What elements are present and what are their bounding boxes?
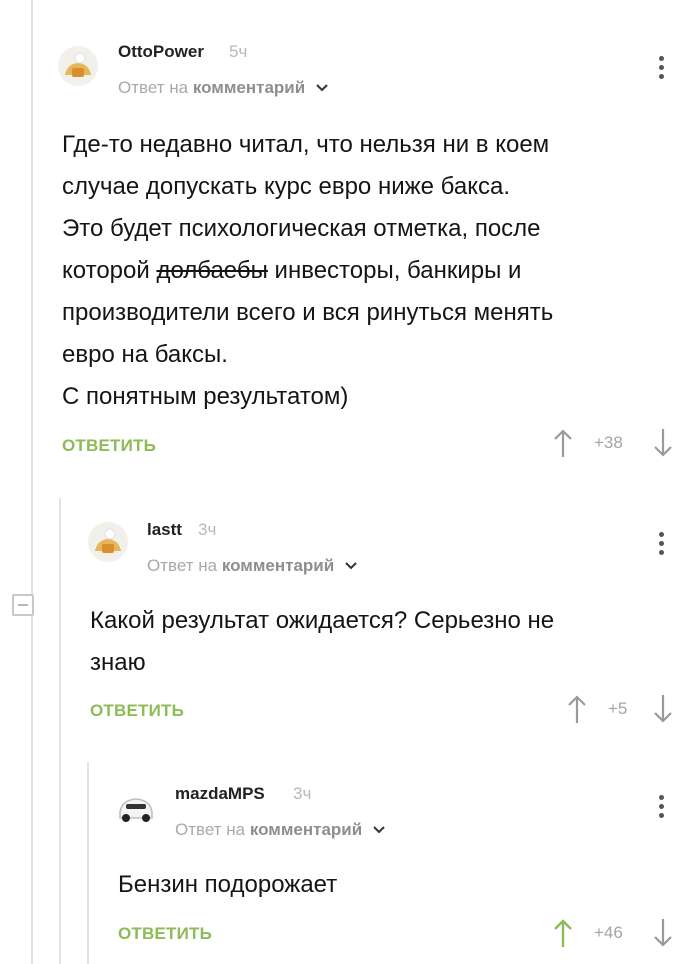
- upvote-arrow-icon[interactable]: [552, 918, 574, 948]
- comments-page: OttoPower 5ч Ответ на комментарий Где-то…: [0, 0, 700, 964]
- comment-text: Бензин подорожает: [118, 871, 338, 898]
- reply-button[interactable]: ОТВЕТИТЬ: [118, 924, 212, 944]
- reply-to-link[interactable]: Ответ на комментарий: [175, 820, 385, 840]
- reply-to-target: комментарий: [249, 820, 363, 839]
- chevron-down-icon: [373, 826, 385, 834]
- vote-score: +46: [594, 923, 623, 942]
- downvote-arrow-icon[interactable]: [652, 918, 674, 948]
- timestamp: 3ч: [293, 784, 312, 803]
- reply-to-prefix: Ответ на: [175, 820, 246, 839]
- author-name[interactable]: mazdaMPS: [175, 784, 265, 804]
- comment: mazdaMPS 3ч Ответ на комментарий Бензин …: [0, 0, 700, 964]
- vote-controls: +46: [552, 918, 682, 948]
- avatar[interactable]: [114, 786, 158, 830]
- more-options-icon[interactable]: [657, 795, 665, 823]
